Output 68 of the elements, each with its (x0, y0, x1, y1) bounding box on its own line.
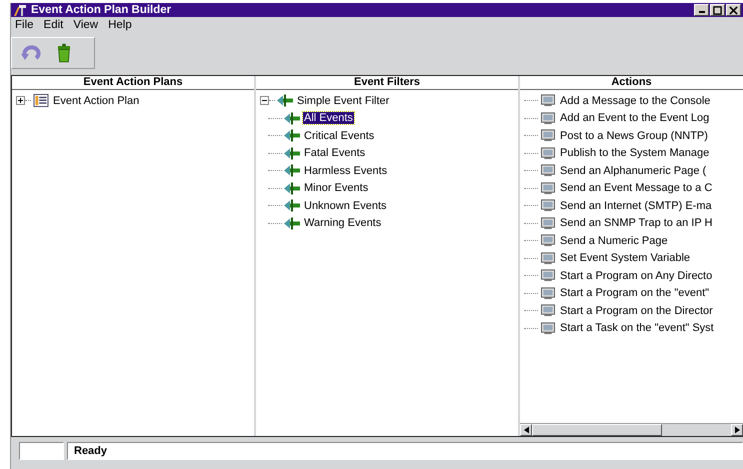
column-header: Actions (520, 76, 743, 90)
monitor-icon (540, 112, 556, 125)
action-item[interactable]: Send an Event Message to a C (559, 182, 714, 194)
action-item[interactable]: Start a Program on the Director (559, 304, 714, 317)
monitor-icon (540, 146, 556, 160)
horizontal-scrollbar[interactable] (520, 423, 743, 436)
monitor-icon (540, 234, 556, 248)
monitor-icon (540, 199, 556, 212)
collapse-icon[interactable] (260, 96, 269, 106)
monitor-icon (540, 322, 556, 335)
tree-item[interactable]: Fatal Events (303, 147, 366, 160)
funnel-arrow-icon (277, 94, 293, 108)
monitor-icon (540, 182, 556, 195)
funnel-arrow-icon (284, 112, 300, 125)
close-button[interactable] (726, 4, 741, 16)
tree-item[interactable]: Simple Event Filter (296, 94, 390, 107)
tree-item[interactable]: Minor Events (303, 182, 370, 194)
action-item[interactable]: Send a Numeric Page (559, 234, 669, 247)
menu-item[interactable]: File (15, 19, 34, 31)
trash-can-icon (57, 43, 71, 63)
menu-item[interactable]: Help (108, 19, 132, 31)
monitor-icon (540, 252, 556, 265)
action-item[interactable]: Publish to the System Manage (559, 147, 710, 160)
expand-icon[interactable] (16, 96, 25, 106)
minimize-icon (698, 11, 704, 13)
funnel-arrow-icon (284, 129, 300, 142)
status-text: Ready (67, 442, 743, 460)
status-field (19, 442, 64, 460)
right-arrow-icon[interactable] (734, 426, 740, 434)
maximize-icon (713, 6, 722, 14)
action-item[interactable]: Set Event System Variable (559, 252, 692, 264)
tree-item[interactable]: Unknown Events (303, 200, 388, 212)
monitor-icon (540, 216, 556, 230)
action-item[interactable]: Post to a News Group (NNTP) (559, 130, 709, 142)
list-icon (33, 94, 49, 108)
tree-item[interactable]: Warning Events (303, 217, 382, 230)
tree-item[interactable]: All Events (303, 112, 354, 124)
minimize-button[interactable] (694, 4, 709, 16)
action-item[interactable]: Start a Program on the "event" (559, 287, 710, 300)
tree-item[interactable]: Event Action Plan (52, 94, 140, 107)
monitor-icon (540, 286, 556, 300)
maximize-button[interactable] (710, 4, 725, 16)
monitor-icon (540, 269, 556, 282)
monitor-icon (540, 304, 556, 318)
action-item[interactable]: Add an Event to the Event Log (559, 112, 710, 124)
close-icon (729, 6, 738, 14)
menu-item[interactable]: Edit (44, 19, 64, 31)
monitor-icon (540, 164, 556, 178)
window-title: Event Action Plan Builder (31, 4, 172, 16)
funnel-arrow-icon (284, 216, 300, 230)
menu-item[interactable]: View (73, 19, 98, 31)
monitor-icon (540, 94, 556, 108)
tree-item[interactable]: Harmless Events (303, 164, 388, 177)
action-item[interactable]: Send an Internet (SMTP) E-ma (559, 200, 713, 212)
funnel-arrow-icon (284, 146, 300, 160)
action-item[interactable]: Start a Task on the "event" Syst (559, 322, 715, 334)
left-arrow-icon[interactable] (524, 426, 528, 434)
funnel-arrow-icon (284, 182, 300, 195)
funnel-arrow-icon (284, 199, 300, 212)
action-item[interactable]: Start a Program on Any Directo (559, 270, 714, 282)
funnel-arrow-icon (284, 164, 300, 178)
action-item[interactable]: Send an SNMP Trap to an IP H (559, 217, 714, 230)
column-header: Event Filters (256, 76, 518, 90)
monitor-icon (540, 129, 556, 142)
tree-item[interactable]: Critical Events (303, 130, 376, 142)
column-header: Event Action Plans (12, 76, 254, 90)
action-item[interactable]: Send an Alphanumeric Page ( (559, 164, 708, 177)
action-item[interactable]: Add a Message to the Console (559, 94, 712, 107)
